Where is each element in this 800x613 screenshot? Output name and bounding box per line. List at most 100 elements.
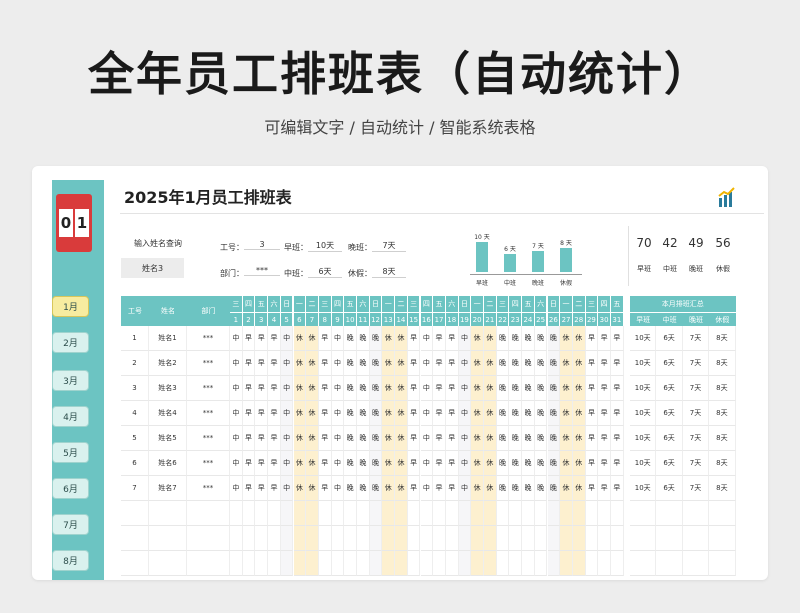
cell-shift[interactable]: 休: [484, 426, 497, 451]
cell-shift[interactable]: [420, 551, 434, 576]
cell-shift[interactable]: 晚: [522, 351, 535, 376]
cell-shift[interactable]: [382, 501, 396, 526]
cell-shift[interactable]: 早: [407, 401, 421, 426]
cell-shift[interactable]: 早: [242, 451, 256, 476]
cell-shift[interactable]: 早: [318, 401, 332, 426]
cell-shift[interactable]: 早: [268, 476, 281, 501]
cell-shift[interactable]: 早: [585, 351, 599, 376]
cell-shift[interactable]: [458, 526, 472, 551]
cell-shift[interactable]: [369, 526, 383, 551]
cell-shift[interactable]: 早: [407, 451, 421, 476]
cell-shift[interactable]: 休: [572, 476, 586, 501]
cell-shift[interactable]: [382, 551, 396, 576]
cell-shift[interactable]: [280, 526, 294, 551]
cell-shift[interactable]: 晚: [534, 476, 548, 501]
cell-shift[interactable]: 晚: [522, 426, 535, 451]
cell-shift[interactable]: 早: [598, 426, 611, 451]
cell-shift[interactable]: [496, 501, 510, 526]
cell-shift[interactable]: 早: [255, 376, 269, 401]
cell-shift[interactable]: [318, 526, 332, 551]
cell-shift[interactable]: 休: [293, 476, 307, 501]
cell-shift[interactable]: [382, 526, 396, 551]
cell-shift[interactable]: [280, 501, 294, 526]
cell-shift[interactable]: 休: [560, 426, 573, 451]
cell-shift[interactable]: 休: [293, 426, 307, 451]
cell-shift[interactable]: 休: [306, 426, 319, 451]
cell-shift[interactable]: 晚: [369, 476, 383, 501]
cell-shift[interactable]: 晚: [344, 376, 357, 401]
cell-shift[interactable]: 休: [572, 451, 586, 476]
cell-shift[interactable]: [331, 526, 345, 551]
cell-shift[interactable]: 休: [382, 401, 396, 426]
cell-shift[interactable]: 早: [598, 451, 611, 476]
cell-shift[interactable]: 中: [230, 476, 243, 501]
cell-shift[interactable]: 晚: [509, 476, 523, 501]
cell-shift[interactable]: 中: [280, 376, 294, 401]
cell-shift[interactable]: 早: [433, 451, 446, 476]
cell-shift[interactable]: [420, 501, 434, 526]
cell-shift[interactable]: [242, 501, 256, 526]
cell-shift[interactable]: 晚: [547, 401, 561, 426]
cell-shift[interactable]: 早: [585, 426, 599, 451]
cell-shift[interactable]: 早: [242, 426, 256, 451]
cell-shift[interactable]: [230, 526, 243, 551]
cell-shift[interactable]: 早: [407, 351, 421, 376]
cell-shift[interactable]: 晚: [344, 401, 357, 426]
cell-shift[interactable]: [357, 501, 370, 526]
cell-shift[interactable]: 早: [433, 351, 446, 376]
cell-shift[interactable]: [598, 551, 611, 576]
cell-shift[interactable]: 早: [255, 401, 269, 426]
cell-shift[interactable]: 中: [458, 426, 472, 451]
cell-shift[interactable]: 中: [331, 351, 345, 376]
cell-shift[interactable]: 中: [420, 326, 434, 351]
cell-shift[interactable]: 早: [242, 401, 256, 426]
cell-shift[interactable]: [255, 526, 269, 551]
cell-shift[interactable]: 早: [255, 451, 269, 476]
month-button-5[interactable]: 5月: [52, 442, 89, 463]
cell-shift[interactable]: [242, 551, 256, 576]
cell-shift[interactable]: [433, 551, 446, 576]
cell-shift[interactable]: [344, 501, 357, 526]
cell-shift[interactable]: [306, 501, 319, 526]
cell-shift[interactable]: 早: [318, 351, 332, 376]
cell-shift[interactable]: 休: [306, 401, 319, 426]
cell-shift[interactable]: [534, 526, 548, 551]
cell-shift[interactable]: 中: [420, 376, 434, 401]
cell-shift[interactable]: 早: [585, 326, 599, 351]
cell-shift[interactable]: 晚: [534, 401, 548, 426]
cell-shift[interactable]: 休: [395, 451, 408, 476]
cell-shift[interactable]: 晚: [509, 351, 523, 376]
cell-shift[interactable]: [407, 501, 421, 526]
cell-shift[interactable]: 晚: [522, 476, 535, 501]
cell-shift[interactable]: [522, 501, 535, 526]
cell-shift[interactable]: [572, 526, 586, 551]
cell-shift[interactable]: [407, 526, 421, 551]
cell-shift[interactable]: 早: [268, 376, 281, 401]
month-button-6[interactable]: 6月: [52, 478, 89, 499]
cell-shift[interactable]: [280, 551, 294, 576]
cell-shift[interactable]: 早: [255, 351, 269, 376]
cell-shift[interactable]: [395, 526, 408, 551]
cell-shift[interactable]: 早: [407, 326, 421, 351]
cell-shift[interactable]: 晚: [547, 476, 561, 501]
cell-shift[interactable]: 晚: [369, 376, 383, 401]
cell-shift[interactable]: 晚: [357, 401, 370, 426]
cell-shift[interactable]: 休: [484, 476, 497, 501]
cell-shift[interactable]: 早: [318, 426, 332, 451]
cell-shift[interactable]: [255, 501, 269, 526]
cell-shift[interactable]: 休: [395, 476, 408, 501]
cell-shift[interactable]: [458, 551, 472, 576]
cell-shift[interactable]: [445, 501, 459, 526]
cell-shift[interactable]: [611, 551, 624, 576]
cell-shift[interactable]: 休: [572, 401, 586, 426]
cell-shift[interactable]: 休: [395, 326, 408, 351]
cell-shift[interactable]: 早: [268, 351, 281, 376]
cell-shift[interactable]: 中: [420, 476, 434, 501]
cell-shift[interactable]: 休: [560, 451, 573, 476]
cell-shift[interactable]: 休: [293, 376, 307, 401]
cell-shift[interactable]: 中: [230, 326, 243, 351]
cell-shift[interactable]: 晚: [357, 451, 370, 476]
cell-shift[interactable]: 早: [407, 376, 421, 401]
cell-shift[interactable]: 中: [280, 351, 294, 376]
cell-shift[interactable]: 早: [407, 476, 421, 501]
